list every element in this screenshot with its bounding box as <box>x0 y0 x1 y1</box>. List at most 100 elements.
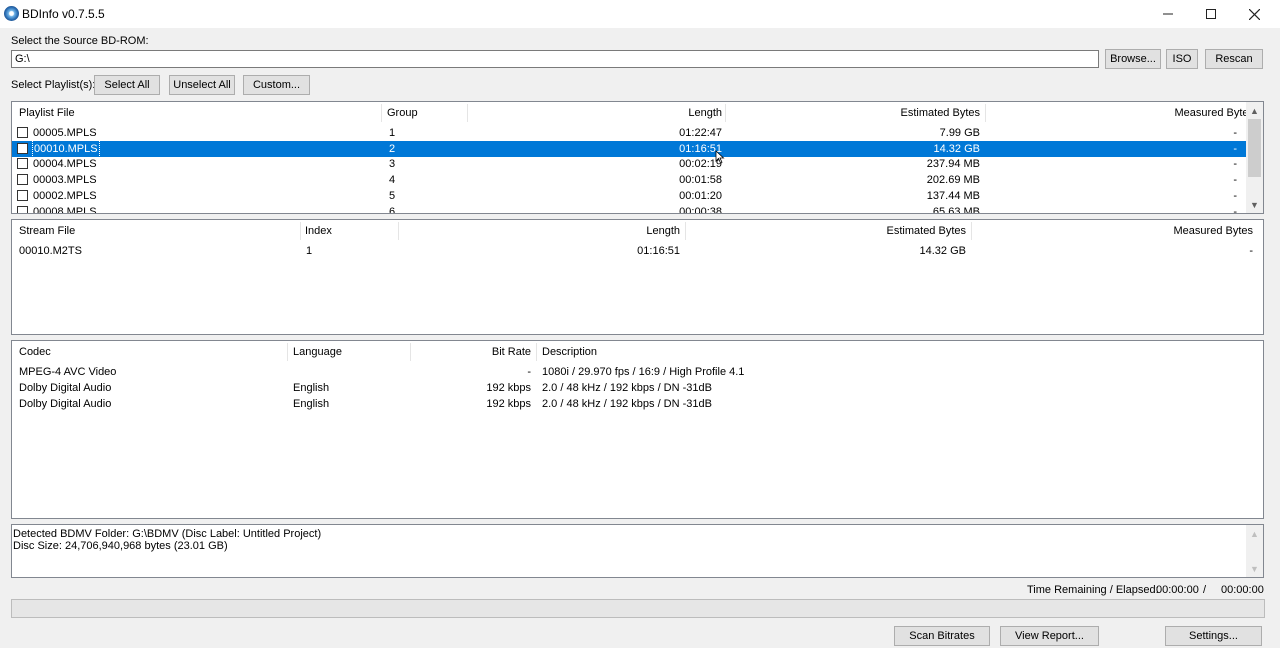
codec-description: 2.0 / 48 kHz / 192 kbps / DN -31dB <box>542 382 712 394</box>
playlist-checkbox[interactable] <box>17 205 28 213</box>
window-title: BDInfo v0.7.5.5 <box>22 7 105 21</box>
column-divider <box>536 343 537 361</box>
playlist-file: 00008.MPLS <box>33 205 97 214</box>
codec-row[interactable]: Dolby Digital Audio English 192 kbps 2.0 / … <box>12 380 1263 396</box>
codec-bit-rate: - <box>527 366 531 378</box>
source-path-input[interactable]: G:\ <box>11 50 1099 68</box>
stream-length: 01:16:51 <box>637 245 680 257</box>
playlist-checkbox[interactable] <box>17 142 28 154</box>
playlist-estimated-bytes: 237.94 MB <box>926 158 980 171</box>
scroll-down-icon[interactable]: ▼ <box>1246 196 1263 213</box>
playlist-row[interactable]: 00004.MPLS 3 00:02:19 237.94 MB - <box>12 156 1263 172</box>
bdinfo-disc-icon <box>4 6 19 21</box>
stream-list[interactable]: Stream File Index Length Estimated Bytes… <box>11 219 1264 335</box>
playlist-measured-bytes: - <box>1233 189 1237 202</box>
col-measured-bytes[interactable]: Measured Bytes <box>977 220 1253 242</box>
log-line-folder: Detected BDMV Folder: G:\BDMV (Disc Labe… <box>13 528 322 540</box>
col-bit-rate[interactable]: Bit Rate <box>412 341 531 363</box>
maximize-button[interactable] <box>1188 0 1234 28</box>
playlist-estimated-bytes: 14.32 GB <box>933 142 980 155</box>
playlist-scrollbar[interactable]: ▲ ▼ <box>1246 102 1263 213</box>
col-language[interactable]: Language <box>293 341 342 363</box>
source-label: Select the Source BD-ROM: <box>11 35 149 47</box>
col-measured-bytes[interactable]: Measured Bytes <box>992 102 1254 124</box>
playlist-row[interactable]: 00010.MPLS 2 01:16:51 14.32 GB - <box>12 139 1263 158</box>
col-stream-file[interactable]: Stream File <box>19 220 75 242</box>
playlist-list[interactable]: Playlist File Group Length Estimated Byt… <box>11 101 1264 214</box>
custom-button[interactable]: Custom... <box>243 75 310 95</box>
playlist-checkbox[interactable] <box>17 127 28 138</box>
col-description[interactable]: Description <box>542 341 597 363</box>
close-button[interactable] <box>1231 0 1277 28</box>
unselect-all-button[interactable]: Unselect All <box>169 75 235 95</box>
codec-row[interactable]: Dolby Digital Audio English 192 kbps 2.0 / … <box>12 396 1263 412</box>
browse-button[interactable]: Browse... <box>1105 49 1161 69</box>
time-label: Time Remaining / Elapsed: <box>1027 584 1159 596</box>
progress-bar <box>11 599 1265 618</box>
log-textbox[interactable]: Detected BDMV Folder: G:\BDMV (Disc Labe… <box>11 524 1264 578</box>
column-divider <box>467 104 468 122</box>
playlist-row[interactable]: 00003.MPLS 4 00:01:58 202.69 MB - <box>12 172 1263 188</box>
codec-name: Dolby Digital Audio <box>19 398 112 410</box>
playlist-group: 6 <box>389 205 396 214</box>
codec-name: Dolby Digital Audio <box>19 382 112 394</box>
col-group[interactable]: Group <box>387 102 418 124</box>
playlist-length: 00:00:38 <box>679 205 722 214</box>
scroll-down-icon[interactable]: ▼ <box>1246 560 1263 577</box>
codec-description: 2.0 / 48 kHz / 192 kbps / DN -31dB <box>542 398 712 410</box>
time-separator: / <box>1203 584 1207 596</box>
playlist-file: 00004.MPLS <box>33 158 97 171</box>
codec-name: MPEG-4 AVC Video <box>19 366 117 378</box>
col-index[interactable]: Index <box>305 220 332 242</box>
scroll-up-icon[interactable]: ▲ <box>1246 525 1263 542</box>
stream-estimated-bytes: 14.32 GB <box>919 245 966 257</box>
settings-button[interactable]: Settings... <box>1165 626 1262 646</box>
iso-button[interactable]: ISO <box>1166 49 1198 69</box>
codec-list[interactable]: Codec Language Bit Rate Description MPEG… <box>11 340 1264 519</box>
playlist-row[interactable]: 00005.MPLS 1 01:22:47 7.99 GB - <box>12 125 1263 141</box>
minimize-button[interactable] <box>1145 0 1191 28</box>
playlist-checkbox[interactable] <box>17 158 28 170</box>
playlist-row[interactable]: 00002.MPLS 5 00:01:20 137.44 MB - <box>12 188 1263 204</box>
stream-index: 1 <box>306 245 313 257</box>
scroll-up-icon[interactable]: ▲ <box>1246 102 1263 119</box>
column-divider <box>300 222 301 240</box>
playlist-estimated-bytes: 7.99 GB <box>939 127 980 139</box>
col-length[interactable]: Length <box>472 102 722 124</box>
playlist-length: 01:22:47 <box>679 127 722 139</box>
scan-bitrates-button[interactable]: Scan Bitrates <box>894 626 990 646</box>
minimize-icon <box>1163 13 1173 15</box>
playlist-checkbox[interactable] <box>17 174 28 186</box>
col-playlist-file[interactable]: Playlist File <box>19 102 75 124</box>
stream-measured-bytes: - <box>1249 245 1253 257</box>
rescan-button[interactable]: Rescan <box>1205 49 1263 69</box>
time-elapsed: 00:00:00 <box>1221 584 1264 596</box>
stream-file: 00010.M2TS <box>19 245 82 257</box>
column-divider <box>410 343 411 361</box>
close-icon <box>1248 8 1260 20</box>
playlist-estimated-bytes: 137.44 MB <box>926 189 980 202</box>
view-report-button[interactable]: View Report... <box>1000 626 1099 646</box>
playlist-group: 1 <box>389 127 396 139</box>
col-codec[interactable]: Codec <box>19 341 51 363</box>
playlist-length: 00:01:58 <box>679 174 722 187</box>
col-estimated-bytes[interactable]: Estimated Bytes <box>732 102 980 124</box>
playlist-row[interactable]: 00008.MPLS 6 00:00:38 65.63 MB - <box>12 204 1263 214</box>
playlist-group: 4 <box>389 174 396 187</box>
scroll-thumb[interactable] <box>1248 119 1261 177</box>
select-playlists-label: Select Playlist(s): <box>11 79 96 91</box>
codec-language: English <box>293 398 330 410</box>
stream-row[interactable]: 00010.M2TS 1 01:16:51 14.32 GB - <box>12 243 1263 259</box>
title-bar <box>0 0 1280 28</box>
col-estimated-bytes[interactable]: Estimated Bytes <box>692 220 966 242</box>
col-length[interactable]: Length <box>412 220 680 242</box>
codec-row[interactable]: MPEG-4 AVC Video -1080i / 29.970 fps / 16… <box>12 364 1263 380</box>
playlist-group: 5 <box>389 189 396 202</box>
maximize-icon <box>1206 9 1216 19</box>
column-divider <box>398 222 399 240</box>
playlist-measured-bytes: - <box>1233 127 1237 139</box>
log-scrollbar[interactable]: ▲ ▼ <box>1246 525 1263 577</box>
playlist-length: 00:01:20 <box>679 189 722 202</box>
playlist-checkbox[interactable] <box>17 189 28 201</box>
select-all-button[interactable]: Select All <box>94 75 160 95</box>
